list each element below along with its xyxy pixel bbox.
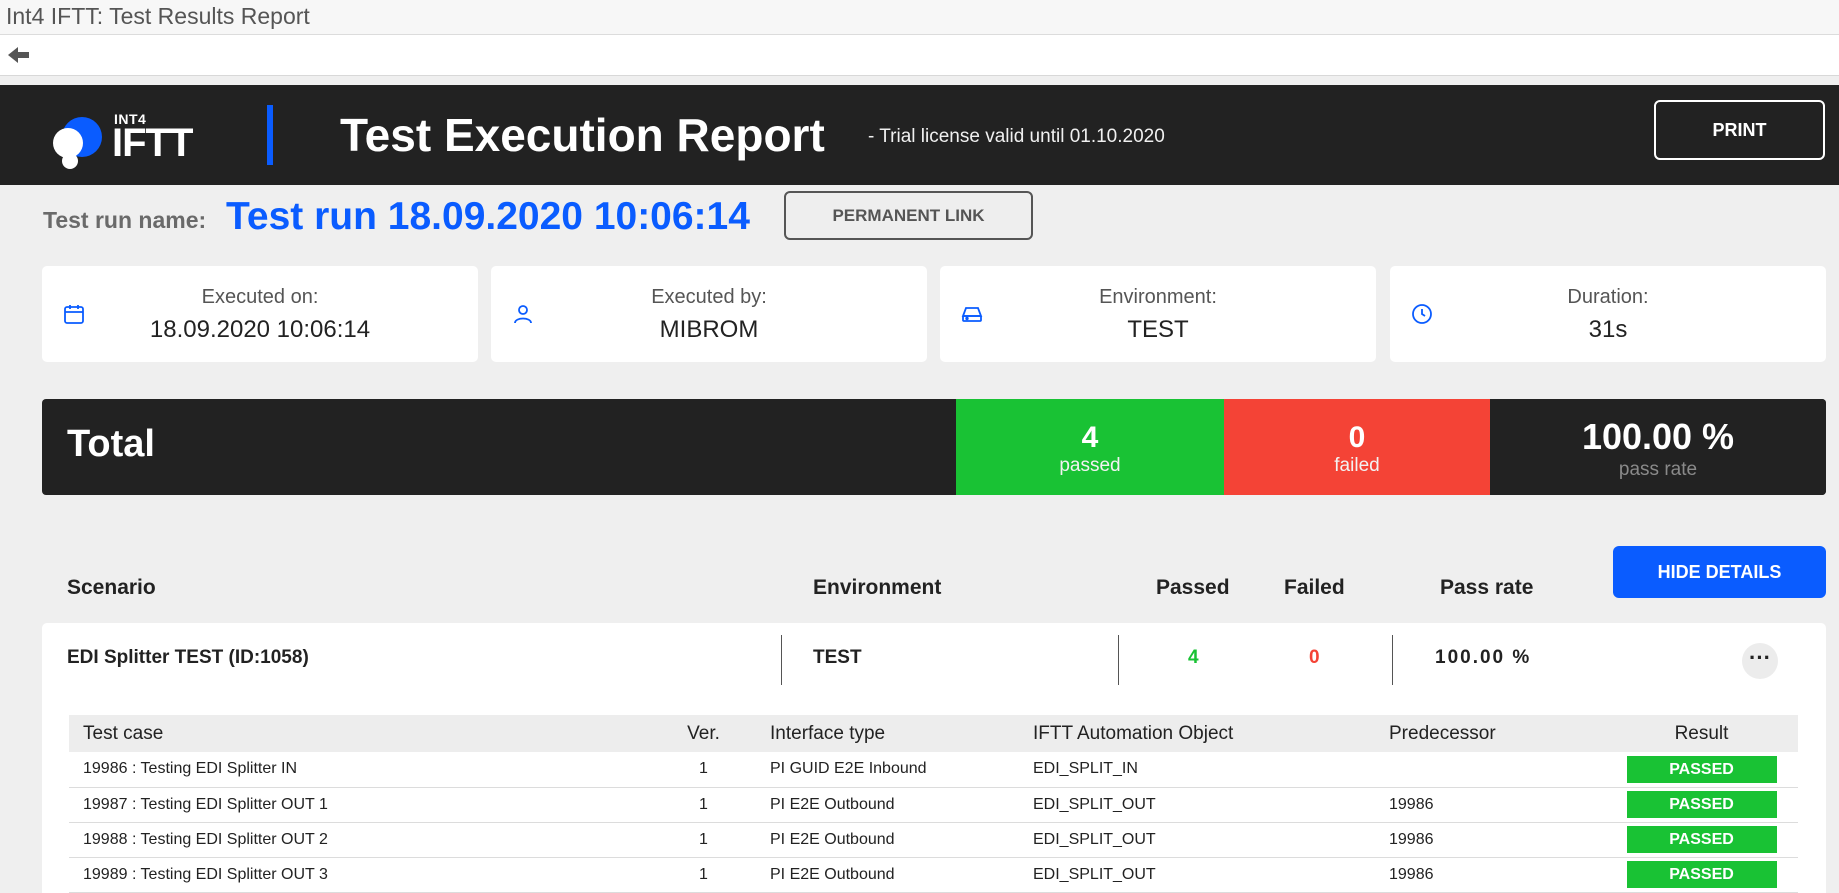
card-value: 18.09.2020 10:06:14 bbox=[149, 316, 371, 343]
scenario-failed-count: 0 bbox=[1309, 647, 1320, 668]
failed-summary: 0 failed bbox=[1224, 399, 1490, 495]
test-case-row[interactable]: 19989 : Testing EDI Splitter OUT 3 1 PI … bbox=[69, 857, 1798, 893]
card-label: Executed by: bbox=[651, 286, 767, 308]
predecessor-column-header: Predecessor bbox=[1375, 715, 1605, 752]
test-case-row[interactable]: 19986 : Testing EDI Splitter IN 1 PI GUI… bbox=[69, 752, 1798, 788]
permanent-link-button[interactable]: PERMANENT LINK bbox=[784, 191, 1033, 240]
test-case-result: PASSED bbox=[1605, 822, 1798, 858]
header-divider bbox=[267, 105, 273, 165]
scenario-row: EDI Splitter TEST (ID:1058) TEST 4 0 100… bbox=[42, 623, 1826, 893]
test-case-version: 1 bbox=[651, 787, 756, 823]
failed-count: 0 bbox=[1348, 421, 1366, 454]
test-case-name: 19986 : Testing EDI Splitter IN bbox=[69, 752, 651, 788]
environment-column-header: Environment bbox=[813, 576, 942, 599]
test-case-result: PASSED bbox=[1605, 787, 1798, 823]
test-case-interface-type: PI E2E Outbound bbox=[756, 787, 1019, 823]
pass-rate-column-header: Pass rate bbox=[1440, 576, 1534, 599]
test-case-automation-object: EDI_SPLIT_OUT bbox=[1019, 857, 1375, 893]
test-case-row[interactable]: 19988 : Testing EDI Splitter OUT 2 1 PI … bbox=[69, 822, 1798, 858]
app-header: INT4 IFTT Test Execution Report - Trial … bbox=[0, 85, 1839, 185]
test-case-header-row: Test case Ver. Interface type IFTT Autom… bbox=[69, 715, 1798, 752]
executed-by-card: Executed by: MIBROM bbox=[491, 266, 927, 362]
passed-count: 4 bbox=[1081, 421, 1099, 454]
print-button[interactable]: PRINT bbox=[1654, 100, 1825, 160]
scenario-name: EDI Splitter TEST (ID:1058) bbox=[67, 647, 309, 668]
passed-summary: 4 passed bbox=[956, 399, 1224, 495]
test-case-predecessor: 19986 bbox=[1375, 787, 1605, 823]
card-label: Environment: bbox=[1099, 286, 1217, 308]
result-column-header: Result bbox=[1605, 715, 1798, 752]
back-arrow-icon[interactable] bbox=[6, 43, 32, 67]
column-separator bbox=[1118, 635, 1119, 685]
automation-object-column-header: IFTT Automation Object bbox=[1019, 715, 1375, 752]
scenario-pass-rate: 100.00 % bbox=[1435, 647, 1532, 668]
test-case-interface-type: PI E2E Outbound bbox=[756, 822, 1019, 858]
test-case-result: PASSED bbox=[1605, 752, 1798, 788]
version-column-header: Ver. bbox=[651, 715, 756, 752]
test-case-row[interactable]: 19987 : Testing EDI Splitter OUT 1 1 PI … bbox=[69, 787, 1798, 823]
test-case-predecessor: 19986 bbox=[1375, 857, 1605, 893]
passed-badge: PASSED bbox=[1626, 861, 1777, 888]
scenario-environment: TEST bbox=[813, 647, 862, 668]
test-case-version: 1 bbox=[651, 857, 756, 893]
scenario-passed-count: 4 bbox=[1188, 647, 1199, 668]
test-case-automation-object: EDI_SPLIT_OUT bbox=[1019, 787, 1375, 823]
test-case-interface-type: PI GUID E2E Inbound bbox=[756, 752, 1019, 788]
report-title: Test Execution Report bbox=[340, 109, 825, 161]
interface-type-column-header: Interface type bbox=[756, 715, 1019, 752]
test-case-column-header: Test case bbox=[69, 715, 651, 752]
test-case-name: 19987 : Testing EDI Splitter OUT 1 bbox=[69, 787, 651, 823]
test-run-label: Test run name: bbox=[43, 207, 207, 233]
card-value: TEST bbox=[1127, 316, 1189, 343]
more-options-icon[interactable]: ··· bbox=[1742, 643, 1778, 679]
pass-rate-value: 100.00 % bbox=[1581, 416, 1735, 457]
test-case-result: PASSED bbox=[1605, 857, 1798, 893]
card-label: Duration: bbox=[1567, 286, 1649, 308]
executed-on-card: Executed on: 18.09.2020 10:06:14 bbox=[42, 266, 478, 362]
int4-ifttt-logo: INT4 IFTT bbox=[44, 107, 204, 169]
card-label: Executed on: bbox=[201, 286, 319, 308]
test-case-automation-object: EDI_SPLIT_OUT bbox=[1019, 822, 1375, 858]
license-notice: - Trial license valid until 01.10.2020 bbox=[868, 126, 1165, 147]
card-value: 31s bbox=[1588, 316, 1628, 343]
test-case-interface-type: PI E2E Outbound bbox=[756, 857, 1019, 893]
pass-rate-summary: 100.00 % pass rate bbox=[1490, 399, 1826, 495]
passed-badge: PASSED bbox=[1626, 791, 1777, 818]
test-case-version: 1 bbox=[651, 752, 756, 788]
passed-column-header: Passed bbox=[1156, 576, 1230, 599]
test-case-automation-object: EDI_SPLIT_IN bbox=[1019, 752, 1375, 788]
test-case-table: Test case Ver. Interface type IFTT Autom… bbox=[69, 715, 1798, 893]
card-value: MIBROM bbox=[659, 316, 759, 343]
test-case-predecessor bbox=[1375, 752, 1605, 788]
window-title: Int4 IFTT: Test Results Report bbox=[0, 0, 1839, 35]
test-case-name: 19988 : Testing EDI Splitter OUT 2 bbox=[69, 822, 651, 858]
total-label: Total bbox=[67, 423, 155, 465]
passed-label: passed bbox=[1059, 455, 1121, 476]
environment-card: Environment: TEST bbox=[940, 266, 1376, 362]
test-case-name: 19989 : Testing EDI Splitter OUT 3 bbox=[69, 857, 651, 893]
scenario-column-header: Scenario bbox=[67, 576, 156, 599]
column-separator bbox=[781, 635, 782, 685]
hide-details-button[interactable]: HIDE DETAILS bbox=[1613, 546, 1826, 598]
duration-card: Duration: 31s bbox=[1390, 266, 1826, 362]
browser-nav-bar bbox=[0, 35, 1839, 76]
passed-badge: PASSED bbox=[1626, 755, 1777, 783]
test-case-predecessor: 19986 bbox=[1375, 822, 1605, 858]
failed-label: failed bbox=[1334, 455, 1380, 476]
total-summary-bar: Total 4 passed 0 failed 100.00 % pass ra… bbox=[42, 399, 1826, 495]
passed-badge: PASSED bbox=[1626, 826, 1777, 853]
column-separator bbox=[1392, 635, 1393, 685]
logo-ifttt-text: IFTT bbox=[112, 121, 193, 165]
failed-column-header: Failed bbox=[1284, 576, 1345, 599]
logo-mark-icon bbox=[53, 117, 102, 169]
test-case-version: 1 bbox=[651, 822, 756, 858]
pass-rate-label: pass rate bbox=[1618, 459, 1698, 480]
test-run-name: Test run 18.09.2020 10:06:14 bbox=[226, 195, 750, 238]
